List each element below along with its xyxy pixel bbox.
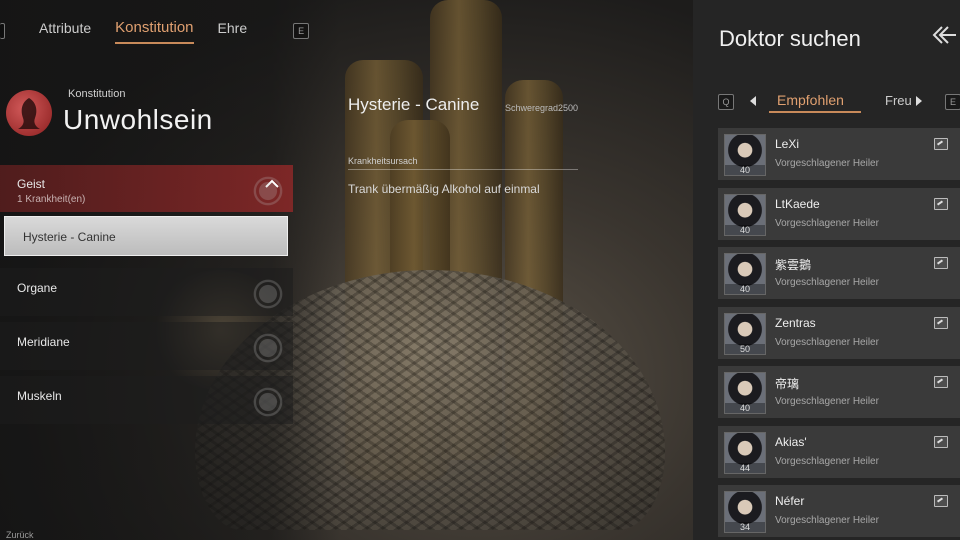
left-key-hint (0, 23, 5, 39)
doctor-role: Vorgeschlagener Heiler (775, 277, 879, 288)
panel-tab-empfohlen[interactable]: Empfohlen (777, 92, 844, 108)
doctor-role: Vorgeschlagener Heiler (775, 456, 879, 467)
message-icon[interactable] (934, 317, 948, 329)
doctor-row[interactable]: 44 Akias' Vorgeschlagener Heiler (718, 426, 960, 478)
doctor-row[interactable]: 40 LeXi Vorgeschlagener Heiler (718, 128, 960, 180)
message-icon[interactable] (934, 376, 948, 388)
tab-prev-icon[interactable] (750, 96, 756, 106)
tab-next-icon[interactable] (916, 96, 922, 106)
disease-item-label: Hysterie - Canine (23, 230, 116, 244)
collapse-arrow-icon[interactable] (930, 24, 956, 46)
doctor-level: 34 (725, 522, 765, 532)
category-pattern-icon (245, 173, 291, 209)
panel-right-key-hint: E (945, 94, 960, 110)
doctor-role: Vorgeschlagener Heiler (775, 158, 879, 169)
category-label: Muskeln (17, 389, 62, 403)
tab-attribute[interactable]: Attribute (39, 20, 91, 42)
doctor-row[interactable]: 40 紫雲鵝 Vorgeschlagener Heiler (718, 247, 960, 299)
tab-konstitution[interactable]: Konstitution (115, 19, 194, 44)
doctor-row[interactable]: 40 帝璃 Vorgeschlagener Heiler (718, 366, 960, 418)
panel-tab-freunde[interactable]: Freu (885, 93, 912, 108)
message-icon[interactable] (934, 257, 948, 269)
top-tabs: Attribute Konstitution Ehre E (0, 14, 310, 48)
doctor-level: 40 (725, 284, 765, 294)
category-label: Organe (17, 281, 58, 295)
doctor-row[interactable]: 34 Néfer Vorgeschlagener Heiler (718, 485, 960, 537)
doctor-name: 紫雲鵝 (775, 258, 812, 272)
category-organe[interactable]: Organe (0, 268, 293, 316)
disease-severity: Schweregrad2500 (505, 103, 579, 113)
category-pattern-icon (245, 330, 291, 366)
doctor-role: Vorgeschlagener Heiler (775, 218, 879, 229)
doctor-name: LtKaede (775, 197, 820, 211)
page-title: Unwohlsein (63, 104, 213, 135)
panel-tab-underline (769, 111, 861, 113)
doctor-level: 40 (725, 403, 765, 413)
doctor-level: 50 (725, 344, 765, 354)
back-button[interactable]: Zurück (6, 530, 34, 540)
cause-text: Trank übermäßig Alkohol auf einmal (348, 182, 540, 196)
message-icon[interactable] (934, 138, 948, 150)
right-key-hint: E (293, 23, 310, 39)
doctor-level: 44 (725, 463, 765, 473)
category-meridiane[interactable]: Meridiane (0, 322, 293, 370)
doctor-panel: Doktor suchen Q Empfohlen Freu E 40 LeXi… (693, 0, 960, 540)
doctor-row[interactable]: 40 LtKaede Vorgeschlagener Heiler (718, 188, 960, 240)
panel-title: Doktor suchen (719, 26, 861, 51)
disease-title: Hysterie - Canine (348, 95, 480, 114)
category-muskeln[interactable]: Muskeln (0, 376, 293, 424)
message-icon[interactable] (934, 198, 948, 210)
category-label: Geist (17, 177, 46, 191)
doctor-role: Vorgeschlagener Heiler (775, 396, 879, 407)
avatar: 40 (724, 253, 766, 295)
category-geist[interactable]: Geist 1 Krankheit(en) (0, 165, 293, 212)
doctor-name: Zentras (775, 316, 816, 330)
avatar: 40 (724, 372, 766, 414)
header-kicker: Konstitution (68, 88, 126, 100)
divider (348, 169, 578, 170)
message-icon[interactable] (934, 495, 948, 507)
doctor-role: Vorgeschlagener Heiler (775, 337, 879, 348)
doctor-level: 40 (725, 165, 765, 175)
tab-ehre[interactable]: Ehre (218, 20, 248, 42)
doctor-name: 帝璃 (775, 377, 800, 391)
disease-item-selected[interactable]: Hysterie - Canine (4, 216, 288, 256)
avatar: 44 (724, 432, 766, 474)
avatar: 50 (724, 313, 766, 355)
doctor-name: Akias' (775, 435, 807, 449)
avatar: 40 (724, 194, 766, 236)
avatar: 34 (724, 491, 766, 533)
category-pattern-icon (245, 276, 291, 312)
doctor-name: LeXi (775, 137, 800, 151)
message-icon[interactable] (934, 436, 948, 448)
category-pattern-icon (245, 384, 291, 420)
avatar: 40 (724, 134, 766, 176)
doctor-level: 40 (725, 225, 765, 235)
doctor-role: Vorgeschlagener Heiler (775, 515, 879, 526)
category-label: Meridiane (17, 335, 70, 349)
doctor-name: Néfer (775, 494, 805, 508)
doctor-row[interactable]: 50 Zentras Vorgeschlagener Heiler (718, 307, 960, 359)
panel-left-key-hint: Q (718, 94, 734, 110)
category-sub: 1 Krankheit(en) (17, 194, 86, 205)
constitution-emblem-icon (6, 90, 52, 136)
cause-label: Krankheitsursach (348, 156, 418, 166)
